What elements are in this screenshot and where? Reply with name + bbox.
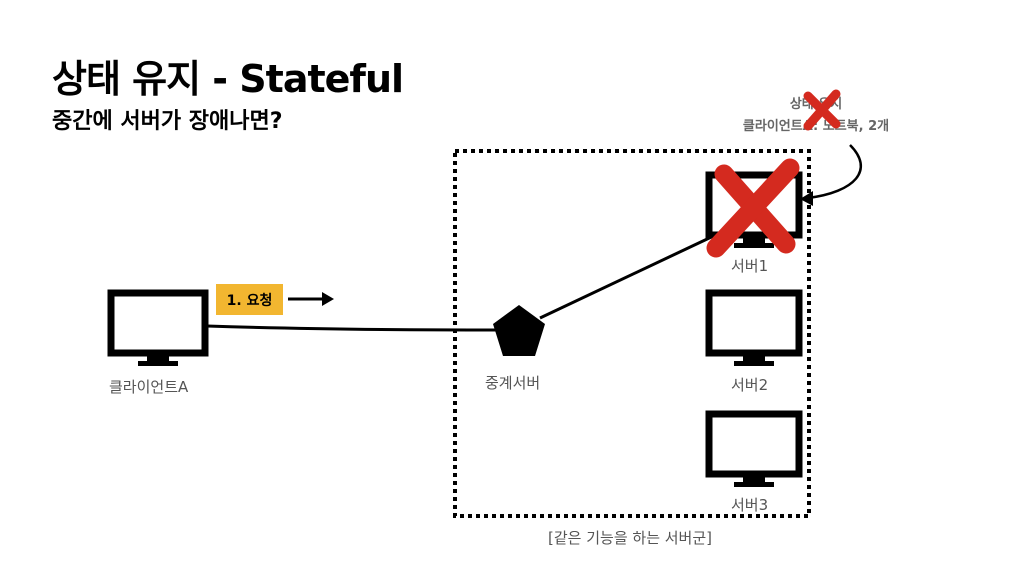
client-label: 클라이언트A [109,378,189,396]
state-note-lost-x-icon [803,89,841,131]
client-monitor-icon [107,289,209,366]
server2-monitor-icon [705,289,803,366]
page-subtitle: 중간에 서버가 장애나면? [52,109,283,134]
server-group-label: [같은 기능을 하는 서버군] [548,529,713,547]
server1-label: 서버1 [731,257,769,275]
server3-monitor-icon [705,410,803,487]
proxy-label: 중계서버 [485,374,541,392]
client-proxy-line [206,324,501,332]
page-title: 상태 유지 - Stateful [52,57,404,101]
server2-label: 서버2 [731,376,769,394]
proxy-server-icon [493,305,545,356]
request-arrow [288,292,334,306]
server3-label: 서버3 [731,496,769,514]
request-badge: 1. 요청 [216,284,283,315]
proxy-server1-line [539,230,723,320]
